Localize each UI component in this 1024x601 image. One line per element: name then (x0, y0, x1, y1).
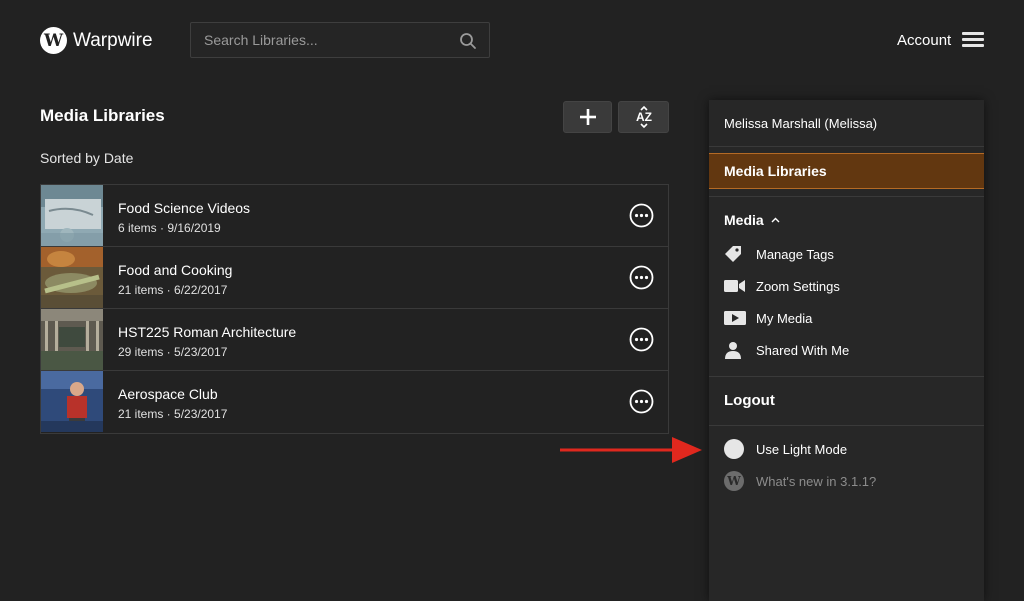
menu-item-label: Zoom Settings (756, 278, 840, 294)
library-thumbnail (41, 309, 103, 370)
brand-name: Warpwire (73, 29, 153, 51)
library-thumbnail (41, 371, 103, 432)
media-section-label: Media (724, 212, 764, 228)
menu-item-media-libraries[interactable]: Media Libraries (709, 153, 984, 189)
menu-item-manage-tags[interactable]: Manage Tags (724, 244, 834, 264)
library-title: HST225 Roman Architecture (118, 324, 297, 340)
menu-item-label: Manage Tags (756, 246, 834, 262)
menu-item-shared-with-me[interactable]: Shared With Me (724, 340, 849, 360)
more-options-icon[interactable] (629, 327, 654, 352)
account-link[interactable]: Account (897, 32, 951, 49)
list-item[interactable]: HST225 Roman Architecture 29 items · 5/2… (41, 309, 668, 371)
sort-button[interactable]: AZ (618, 101, 669, 133)
red-arrow-icon (560, 437, 702, 463)
divider (709, 196, 984, 197)
play-icon (724, 308, 746, 328)
add-library-button[interactable] (563, 101, 612, 133)
light-mode-circle-icon (724, 439, 746, 459)
divider (709, 376, 984, 377)
warpwire-logo[interactable]: W Warpwire (40, 27, 153, 54)
warpwire-badge-icon: W (724, 471, 744, 491)
more-options-icon[interactable] (629, 265, 654, 290)
video-camera-icon (724, 276, 746, 296)
whats-new-link[interactable]: W What's new in 3.1.1? (724, 471, 876, 491)
search-box (190, 22, 490, 58)
person-icon (724, 340, 746, 360)
menu-item-label: Media Libraries (724, 163, 827, 179)
library-thumbnail (41, 185, 103, 246)
library-list: Food Science Videos 6 items · 9/16/2019 … (40, 184, 669, 434)
account-side-panel: Melissa Marshall (Melissa) Media Librari… (709, 100, 984, 601)
library-meta: 29 items · 5/23/2017 (118, 345, 228, 359)
library-title: Food Science Videos (118, 200, 251, 216)
logo-badge-icon: W (40, 27, 67, 54)
search-input[interactable] (191, 23, 451, 57)
library-thumbnail (41, 247, 103, 308)
library-title: Food and Cooking (118, 262, 233, 278)
more-options-icon[interactable] (629, 203, 654, 228)
sort-status: Sorted by Date (40, 150, 134, 166)
more-options-icon[interactable] (629, 389, 654, 414)
page-title: Media Libraries (40, 106, 165, 125)
menu-item-zoom-settings[interactable]: Zoom Settings (724, 276, 840, 296)
menu-item-my-media[interactable]: My Media (724, 308, 812, 328)
user-name: Melissa Marshall (Melissa) (724, 116, 878, 131)
divider (709, 146, 984, 147)
list-item[interactable]: Food and Cooking 21 items · 6/22/2017 (41, 247, 668, 309)
library-meta: 6 items · 9/16/2019 (118, 221, 221, 235)
tag-icon (724, 244, 746, 264)
library-title: Aerospace Club (118, 386, 218, 402)
hamburger-menu-icon[interactable] (962, 32, 984, 48)
divider (709, 425, 984, 426)
library-meta: 21 items · 5/23/2017 (118, 407, 228, 421)
plus-icon (579, 109, 596, 125)
logout-link[interactable]: Logout (724, 392, 775, 409)
list-item[interactable]: Food Science Videos 6 items · 9/16/2019 (41, 185, 668, 247)
library-meta: 21 items · 6/22/2017 (118, 283, 228, 297)
chevron-up-icon (771, 217, 780, 223)
media-section-toggle[interactable]: Media (724, 212, 780, 228)
light-mode-label: Use Light Mode (756, 441, 848, 457)
light-mode-toggle[interactable]: Use Light Mode (724, 439, 847, 459)
menu-item-label: My Media (756, 310, 813, 326)
whats-new-label: What's new in 3.1.1? (756, 473, 877, 489)
list-item[interactable]: Aerospace Club 21 items · 5/23/2017 (41, 371, 668, 433)
search-icon[interactable] (459, 32, 477, 50)
menu-item-label: Shared With Me (756, 342, 850, 358)
sort-icon-text: AZ (636, 110, 652, 124)
sort-az-icon: AZ (636, 105, 652, 129)
